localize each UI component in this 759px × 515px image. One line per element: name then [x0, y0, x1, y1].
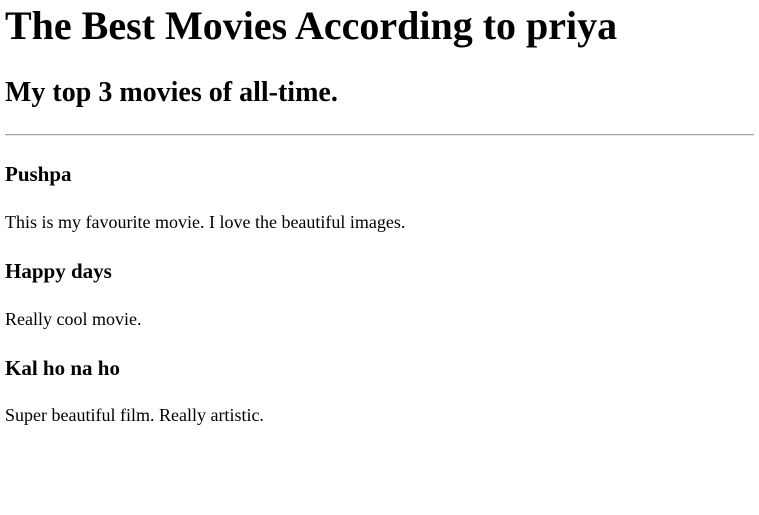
movie-description-1: This is my favourite movie. I love the b…: [5, 212, 406, 232]
movie-description-3: Super beautiful film. Really artistic.: [5, 405, 264, 425]
page-subtitle: My top 3 movies of all-time.: [5, 77, 338, 108]
movie-title-2: Happy days: [5, 259, 112, 283]
page-title: The Best Movies According to priya: [5, 3, 618, 48]
section-divider: [5, 134, 754, 136]
movie-title-3: Kal ho na ho: [5, 356, 120, 380]
movie-title-1: Pushpa: [5, 162, 72, 186]
movie-description-2: Really cool movie.: [5, 309, 142, 329]
page-content: The Best Movies According to priya My to…: [0, 0, 759, 515]
